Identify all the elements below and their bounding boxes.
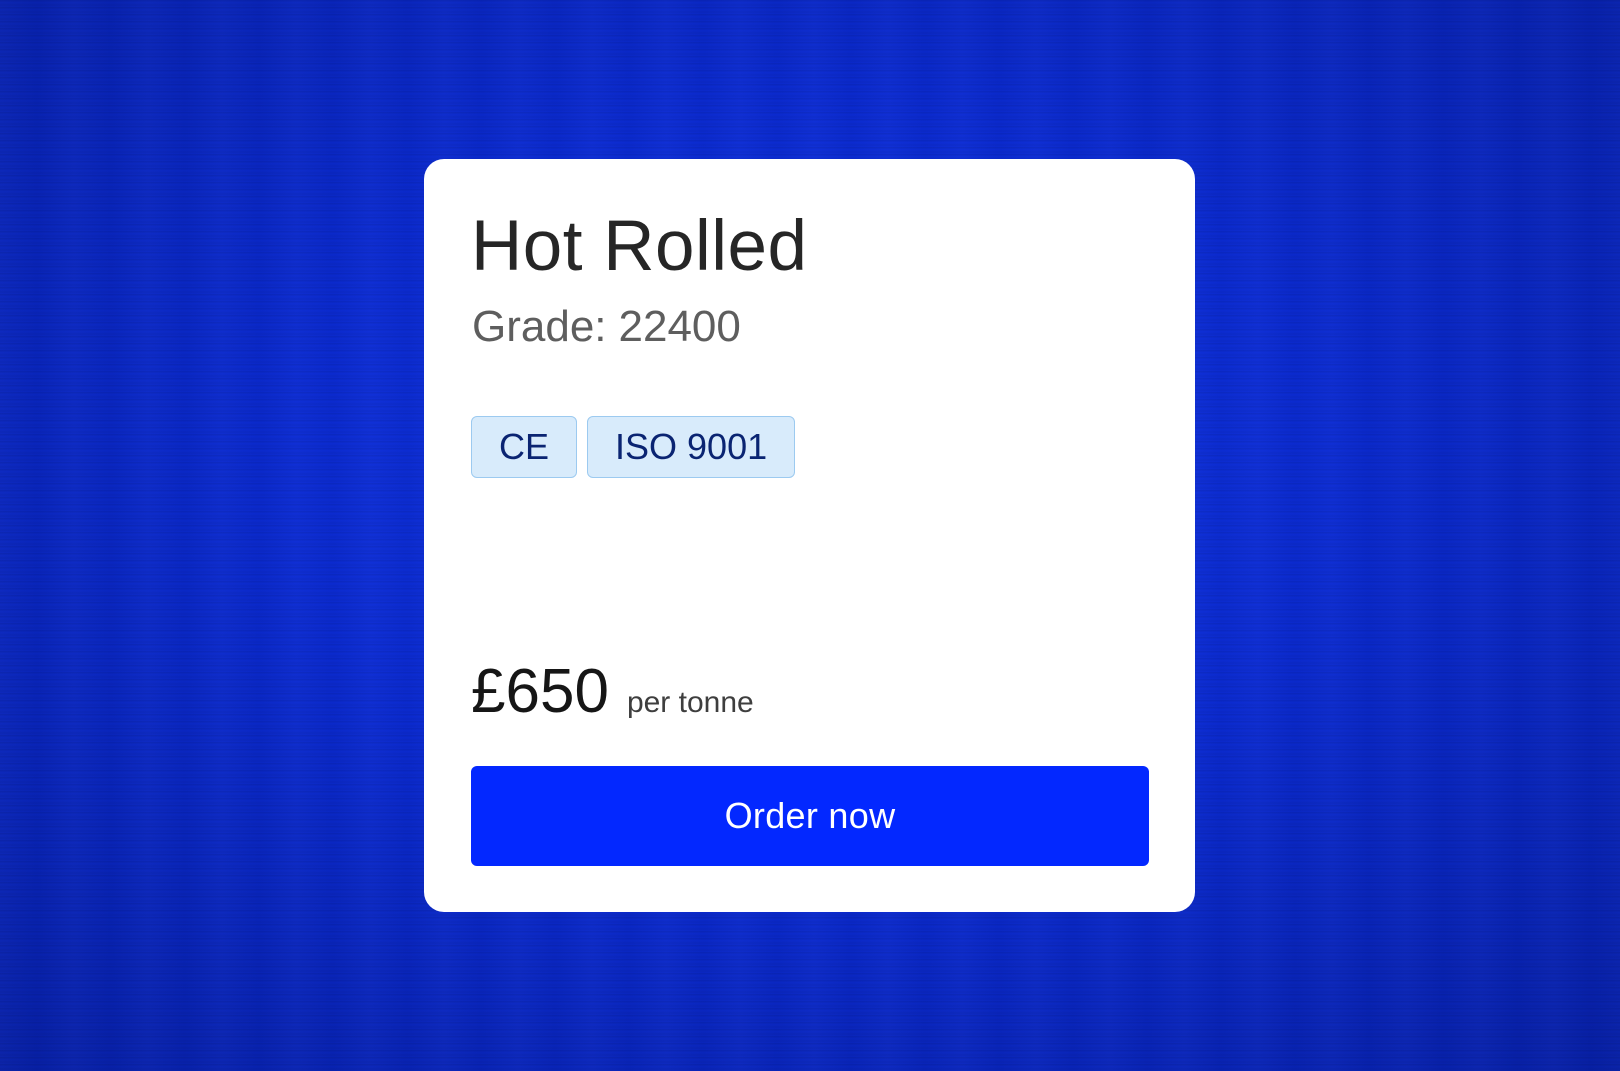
badge-ce: CE bbox=[471, 416, 578, 478]
badge-iso-9001: ISO 9001 bbox=[587, 416, 796, 478]
grade-label: Grade: bbox=[472, 302, 607, 351]
order-now-button[interactable]: Order now bbox=[471, 766, 1149, 866]
product-card: Hot Rolled Grade: 22400 CE ISO 9001 £650 … bbox=[424, 159, 1195, 912]
price-row: £650 per tonne bbox=[471, 661, 754, 723]
product-grade: Grade: 22400 bbox=[472, 305, 741, 349]
grade-value: 22400 bbox=[618, 302, 741, 351]
certification-badges: CE ISO 9001 bbox=[471, 416, 796, 478]
product-title: Hot Rolled bbox=[471, 207, 808, 286]
price-unit: per tonne bbox=[626, 686, 754, 719]
price-value: £650 bbox=[471, 657, 609, 726]
